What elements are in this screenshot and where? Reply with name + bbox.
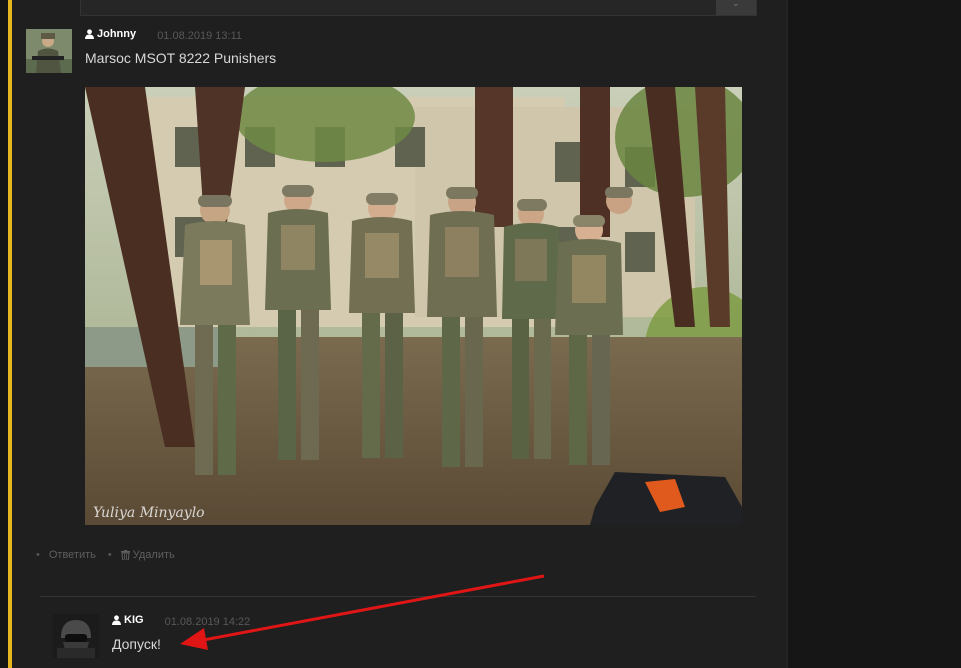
- annotation-arrow: [180, 574, 545, 650]
